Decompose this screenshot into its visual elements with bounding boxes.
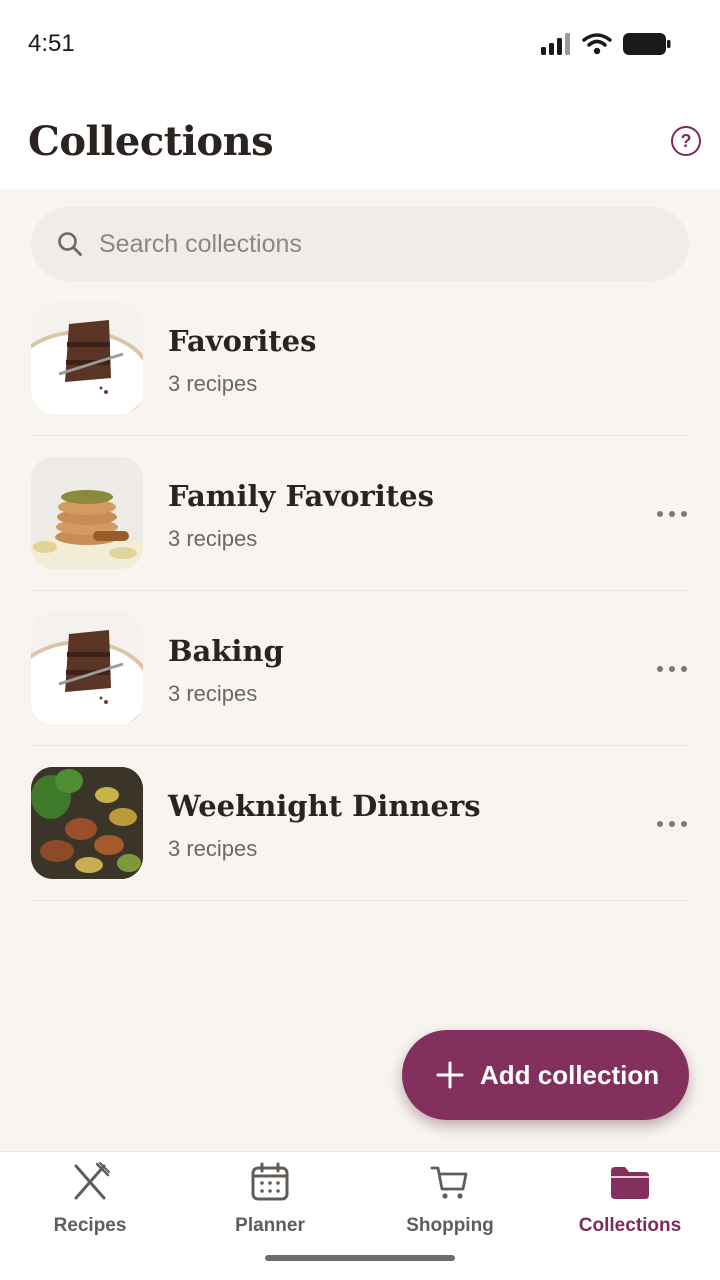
collection-count: 3 recipes <box>168 836 258 861</box>
collections-list: Favorites 3 recipes Family Favorites 3 r… <box>31 281 689 901</box>
wifi-icon <box>582 33 612 55</box>
tab-planner-label: Planner <box>235 1215 305 1236</box>
collection-title: Family Favorites <box>168 479 434 513</box>
cart-icon <box>430 1166 468 1199</box>
calendar-icon <box>251 1162 289 1201</box>
search-input[interactable] <box>99 207 659 281</box>
collection-count: 3 recipes <box>168 526 258 551</box>
list-item[interactable]: Weeknight Dinners 3 recipes <box>31 746 689 901</box>
tab-shopping-label: Shopping <box>406 1215 494 1236</box>
home-indicator <box>265 1255 455 1261</box>
collection-count: 3 recipes <box>168 681 258 706</box>
status-bar: 4:51 <box>0 0 720 90</box>
collection-title: Baking <box>168 634 284 668</box>
plus-icon <box>436 1061 464 1089</box>
tab-collections[interactable]: Collections <box>540 1152 720 1252</box>
collection-count: 3 recipes <box>168 371 258 396</box>
list-item[interactable]: Family Favorites 3 recipes <box>31 436 689 591</box>
thumbnail-chocolate-cake <box>31 302 143 414</box>
help-icon: ? <box>680 130 692 151</box>
signal-icon <box>541 33 570 55</box>
page-title: Collections <box>28 118 274 165</box>
more-options-icon[interactable] <box>657 659 687 679</box>
folder-icon <box>611 1167 649 1199</box>
status-time: 4:51 <box>28 30 75 57</box>
thumbnail-chocolate-cake <box>31 612 143 724</box>
tab-collections-label: Collections <box>578 1215 682 1236</box>
utensils-icon <box>74 1162 110 1200</box>
list-item[interactable]: Favorites 3 recipes <box>31 281 689 436</box>
search-icon <box>58 232 82 256</box>
battery-icon <box>623 33 671 55</box>
tab-shopping[interactable]: Shopping <box>360 1152 540 1252</box>
search-bar[interactable] <box>31 207 689 281</box>
more-options-icon[interactable] <box>657 504 687 524</box>
help-button[interactable]: ? <box>671 126 701 156</box>
header: Collections ? <box>0 90 720 189</box>
collection-title: Favorites <box>168 324 317 358</box>
tab-recipes-label: Recipes <box>53 1215 127 1236</box>
tab-planner[interactable]: Planner <box>180 1152 360 1252</box>
list-item[interactable]: Baking 3 recipes <box>31 591 689 746</box>
thumbnail-pancake-stack <box>31 457 143 569</box>
add-collection-button[interactable]: Add collection <box>402 1030 689 1120</box>
add-collection-label: Add collection <box>480 1059 660 1090</box>
tab-recipes[interactable]: Recipes <box>0 1152 180 1252</box>
thumbnail-roasted-vegetables <box>31 767 143 879</box>
collection-title: Weeknight Dinners <box>168 789 481 823</box>
more-options-icon[interactable] <box>657 814 687 834</box>
status-icons <box>540 32 672 56</box>
